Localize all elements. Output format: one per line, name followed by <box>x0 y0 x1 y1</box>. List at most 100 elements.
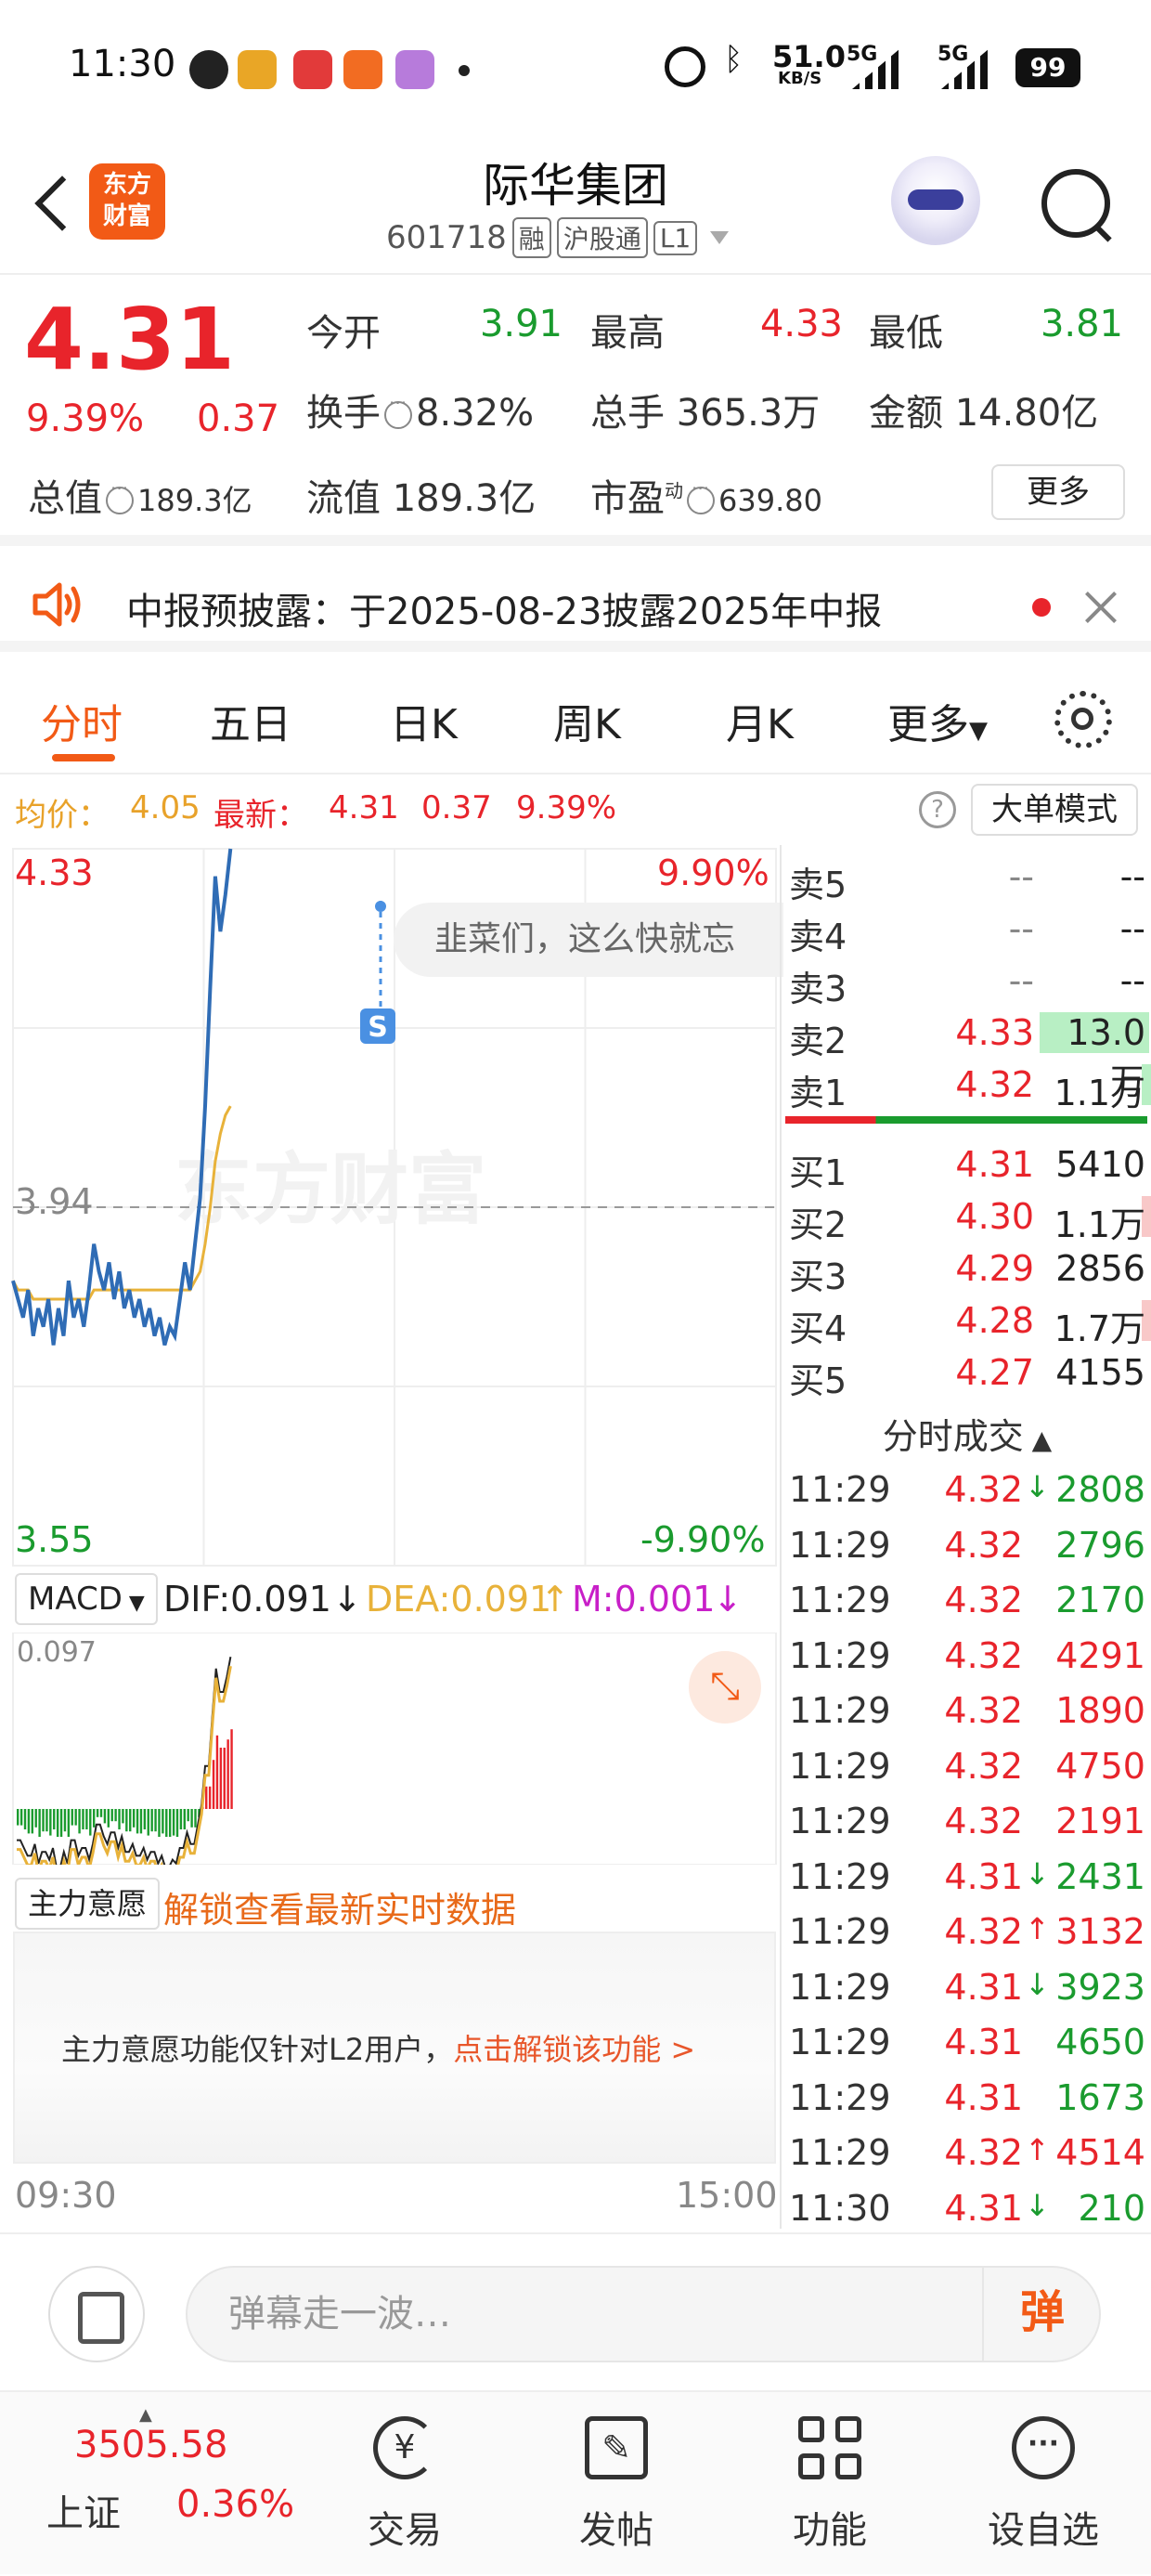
macd-bar <box>107 1809 110 1828</box>
collapse-up-icon: ▲ <box>1023 1425 1053 1455</box>
tick-trades-title[interactable]: 分时成交 ▲ <box>782 1408 1151 1459</box>
nav-trade[interactable]: ¥ 交易 <box>312 2392 498 2576</box>
danmu-input[interactable]: 弹幕走一波… <box>186 2266 1101 2362</box>
high-value: 4.33 <box>759 303 843 345</box>
bid-row[interactable]: 买1 4.31 5410 <box>782 1140 1151 1193</box>
pe-label: 市盈 <box>590 477 665 520</box>
tab-monthly-k[interactable]: 月K <box>726 691 794 750</box>
tick-price: 4.32 <box>944 2132 1023 2173</box>
last-price: 4.31 <box>24 290 235 389</box>
main-force-locked-panel[interactable]: 主力意愿功能仅针对L2用户，点击解锁该功能 > <box>13 1932 776 2164</box>
macd-bar <box>71 1809 73 1826</box>
order-book[interactable]: 卖5 -- -- 卖4 -- -- 卖3 -- -- 卖2 4.33 13.0万 卖1 4.32 1.1万 … <box>780 845 1151 2229</box>
battery-level: 99 <box>1029 52 1067 83</box>
tick-volume: 3923 <box>1055 1966 1145 2008</box>
unlock-feature-link[interactable]: 点击解锁该功能 > <box>453 2032 695 2067</box>
top-price-label: 4.33 <box>15 852 94 893</box>
ask-price: -- <box>1008 908 1034 949</box>
dea-line <box>17 1665 232 1865</box>
ask-row[interactable]: 卖4 -- -- <box>782 904 1151 957</box>
ask-price: -- <box>1008 960 1034 1001</box>
locked-message: 主力意愿功能仅针对L2用户，点击解锁该功能 > <box>61 2026 695 2069</box>
macd-bar <box>230 1729 233 1809</box>
ask-level: 卖5 <box>789 865 847 905</box>
turnover-label-text: 换手 <box>306 392 381 435</box>
info-icon[interactable] <box>106 477 134 514</box>
danmu-bubble[interactable]: 韭菜们，这么快就忘 <box>394 903 783 977</box>
more-dot-icon <box>459 65 470 76</box>
tick-row: 11:29 4.32 4291 <box>782 1630 1151 1685</box>
speaker-icon <box>32 582 81 627</box>
big-order-mode-button[interactable]: 大单模式 <box>971 784 1138 836</box>
expand-icon[interactable]: ⤡ <box>689 1651 761 1724</box>
ask-volume: 1.1万 <box>1054 1073 1145 1113</box>
search-icon[interactable] <box>1038 165 1116 243</box>
ask-row[interactable]: 卖3 -- -- <box>782 956 1151 1009</box>
help-icon[interactable]: ? <box>919 791 956 828</box>
nav-add-watchlist[interactable]: ··· 设自选 <box>951 2392 1136 2576</box>
open-value: 3.91 <box>479 303 563 345</box>
macd-bar <box>223 1748 226 1809</box>
tag-connect: 沪股通 <box>556 217 648 258</box>
tab-more[interactable]: 更多▼ <box>887 691 988 750</box>
main-force-select[interactable]: 主力意愿 ▼ <box>15 1878 160 1972</box>
active-tab-indicator <box>52 754 115 761</box>
stock-header: 东方 财富 际华集团 601718 融 沪股通 L1 <box>0 130 1151 275</box>
index-ticker[interactable]: ▲ 3505.58 上证 0.36% <box>0 2392 306 2576</box>
tab-weekly-k[interactable]: 周K <box>553 691 621 750</box>
macd-bar <box>205 1786 208 1809</box>
unlock-realtime-link[interactable]: 解锁查看最新实时数据 <box>163 1881 516 1932</box>
index-percent: 0.36% <box>176 2483 295 2526</box>
tick-row: 11:29 4.31 4650 <box>782 2016 1151 2072</box>
more-button[interactable]: 更多 <box>991 464 1125 520</box>
nav-post[interactable]: ✎ 发帖 <box>524 2392 709 2576</box>
post-list-icon[interactable] <box>48 2266 145 2362</box>
bid-row[interactable]: 买4 4.28 1.7万 <box>782 1296 1151 1349</box>
tick-volume: 4291 <box>1055 1634 1145 1676</box>
tick-price: 4.31 <box>944 2076 1023 2118</box>
robot-assistant-icon[interactable] <box>891 156 980 245</box>
intraday-chart-panel[interactable]: 东方财富 S 4.33 9.90% 3.94 3.55 -9.90% 韭菜们，这… <box>0 845 783 2229</box>
amount-label: 金额 <box>869 392 943 435</box>
last-value: 4.31 <box>329 789 399 826</box>
ask-volume: -- <box>1119 960 1145 1001</box>
unread-dot <box>1032 598 1051 617</box>
ask-price: 4.32 <box>955 1064 1034 1105</box>
avg-label: 均价： <box>15 797 110 834</box>
nav-functions[interactable]: 功能 <box>737 2392 923 2576</box>
info-icon[interactable] <box>384 392 412 429</box>
macd-bar <box>154 1809 157 1832</box>
ask-row[interactable]: 卖5 -- -- <box>782 852 1151 905</box>
pe-value: 639.80 <box>718 483 822 518</box>
down-arrow-icon: ↓ <box>713 1579 743 1620</box>
ask-row[interactable]: 卖1 4.32 1.1万 <box>782 1060 1151 1113</box>
macd-bar <box>114 1809 117 1822</box>
indicator-select[interactable]: MACD ▼ <box>15 1573 158 1625</box>
stock-code-line[interactable]: 601718 融 沪股通 L1 <box>386 217 730 258</box>
tick-time: 11:29 <box>789 1911 891 1952</box>
bid-row[interactable]: 买2 4.30 1.1万 <box>782 1192 1151 1245</box>
info-icon[interactable] <box>687 477 715 514</box>
close-icon[interactable] <box>1079 585 1123 630</box>
indicator-select-label: MACD <box>28 1581 123 1618</box>
ask-row[interactable]: 卖2 4.33 13.0万 <box>782 1008 1151 1102</box>
macd-chart[interactable] <box>0 1633 780 1865</box>
ask-level: 卖1 <box>789 1073 847 1113</box>
tab-daily-k[interactable]: 日K <box>390 691 458 750</box>
low-label: 最低 <box>869 312 943 355</box>
notice-bar[interactable]: 中报预披露：于2025-08-23披露2025年中报 <box>0 557 1151 652</box>
tab-intraday[interactable]: 分时 <box>41 691 123 750</box>
low-value: 3.81 <box>1040 303 1123 345</box>
settings-gear-icon[interactable] <box>1054 691 1112 748</box>
nav-trade-label: 交易 <box>368 2509 442 2552</box>
bid-row[interactable]: 买3 4.29 2856 <box>782 1244 1151 1297</box>
danmu-toggle-button[interactable]: 弹 <box>982 2266 1101 2362</box>
time-end-label: 15:00 <box>676 2175 778 2216</box>
bid-row[interactable]: 买5 4.27 4155 <box>782 1348 1151 1401</box>
volume: 总手 365.3万 <box>590 383 820 436</box>
tick-time: 11:29 <box>789 1966 891 2008</box>
bid-level: 买1 <box>789 1152 847 1193</box>
tab-five-day[interactable]: 五日 <box>210 691 291 750</box>
float-cap-label: 流值 <box>306 477 381 520</box>
macd-bar <box>82 1809 84 1829</box>
